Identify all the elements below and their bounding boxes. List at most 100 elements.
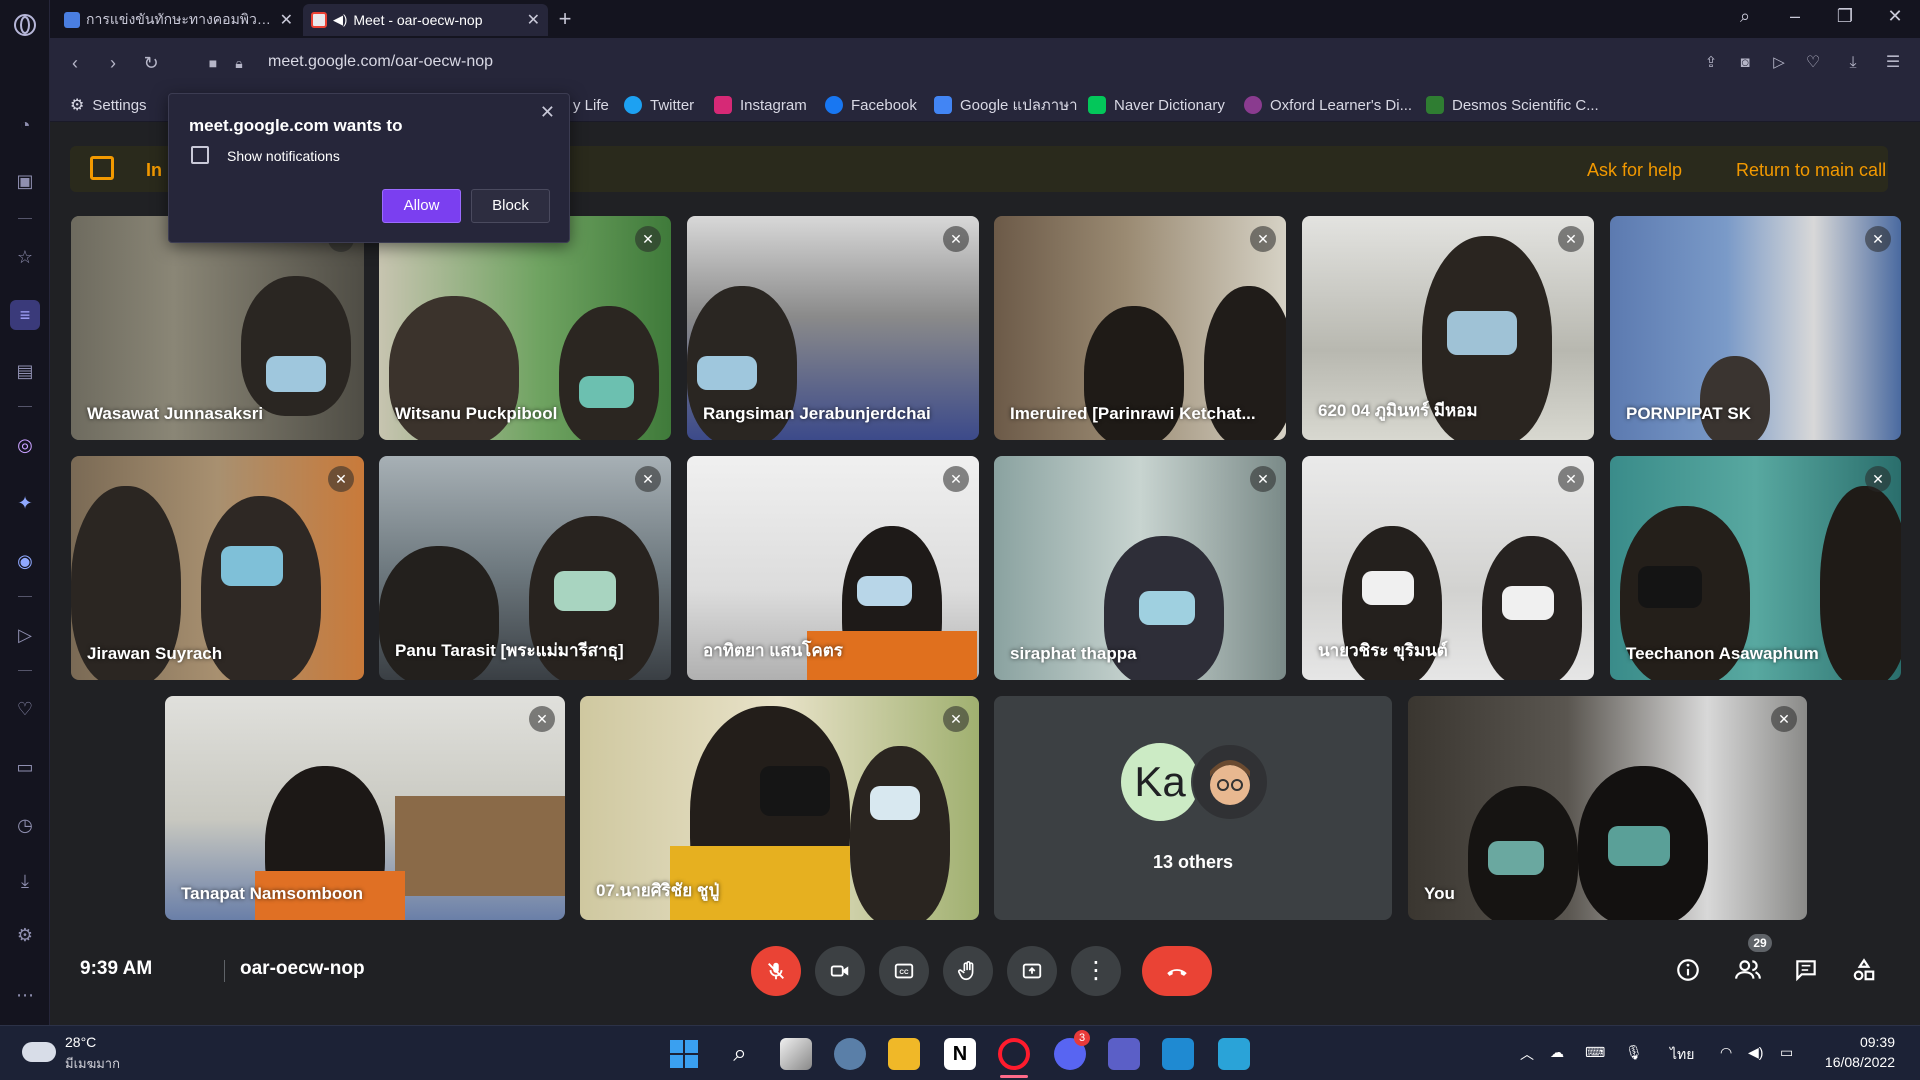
participant-tile[interactable]: ✕ Jirawan Suyrach: [71, 456, 364, 680]
downloads-icon[interactable]: ⤓: [10, 866, 40, 896]
heart-icon[interactable]: ♡: [1800, 50, 1826, 76]
keyboard-icon[interactable]: ⌨: [1585, 1044, 1605, 1061]
more-icon[interactable]: ⋯: [10, 980, 40, 1010]
wifi-icon[interactable]: ◠: [1720, 1044, 1732, 1061]
close-window-icon[interactable]: ✕: [1880, 6, 1910, 32]
opera-logo-icon[interactable]: [10, 10, 40, 40]
settings-app-icon[interactable]: [834, 1038, 866, 1070]
participant-tile[interactable]: ✕ Tanapat Namsomboon: [165, 696, 565, 920]
notepad-icon[interactable]: [1218, 1038, 1250, 1070]
teams-icon[interactable]: [1108, 1038, 1140, 1070]
notes-icon[interactable]: ≡: [10, 300, 40, 330]
weather-temperature[interactable]: 28°C: [65, 1034, 96, 1050]
instagram-icon[interactable]: ◎: [10, 430, 40, 460]
forward-icon[interactable]: ›: [100, 50, 126, 76]
bookmark-desmos[interactable]: Desmos Scientific C...: [1426, 94, 1599, 116]
meeting-details-button[interactable]: [1670, 952, 1706, 988]
leave-call-button[interactable]: [1142, 946, 1212, 996]
twitter-icon[interactable]: ✦: [10, 488, 40, 518]
chevron-up-icon[interactable]: ︿: [1520, 1044, 1534, 1064]
url-field[interactable]: meet.google.com/oar-oecw-nop: [268, 53, 493, 71]
more-options-button[interactable]: ⋮: [1071, 946, 1121, 996]
ask-for-help-button[interactable]: Ask for help: [1587, 160, 1682, 181]
return-to-main-call-button[interactable]: Return to main call: [1736, 160, 1886, 181]
activities-button[interactable]: [1846, 952, 1882, 988]
others-tile[interactable]: Ka 13 others: [994, 696, 1392, 920]
participant-tile[interactable]: ✕ Panu Tarasit [พระแม่มารีสาธุ]: [379, 456, 671, 680]
heart-icon[interactable]: ♡: [10, 694, 40, 724]
tab-0[interactable]: การแข่งขันทักษะทางคอมพิวเตอ ✕: [56, 4, 301, 36]
bookmark-twitter[interactable]: Twitter: [624, 94, 694, 116]
restore-icon[interactable]: ❐: [1830, 6, 1860, 32]
people-button[interactable]: [1730, 952, 1766, 988]
close-icon[interactable]: ✕: [280, 10, 293, 30]
close-icon[interactable]: ✕: [527, 10, 540, 30]
tab-1[interactable]: ◀) Meet - oar-oecw-nop ✕: [303, 4, 548, 36]
system-date[interactable]: 16/08/2022: [1825, 1054, 1895, 1070]
mic-off-button[interactable]: [751, 946, 801, 996]
bookmark-naver[interactable]: Naver Dictionary: [1088, 94, 1225, 116]
present-screen-button[interactable]: [1007, 946, 1057, 996]
close-icon[interactable]: ✕: [540, 102, 555, 123]
opera-app-icon[interactable]: [998, 1038, 1030, 1070]
workspaces-icon[interactable]: ▤: [10, 356, 40, 386]
camera-button[interactable]: [815, 946, 865, 996]
bookmarks-icon[interactable]: ☆: [10, 242, 40, 272]
download-icon[interactable]: ⤓: [1840, 50, 1866, 76]
weather-description[interactable]: มีเมฆมาก: [65, 1053, 120, 1074]
block-button[interactable]: Block: [471, 189, 550, 223]
speed-dial-icon[interactable]: ◔: [10, 110, 40, 140]
participant-tile[interactable]: ✕ 620 04 ภูมินทร์ มีหอม: [1302, 216, 1594, 440]
self-tile[interactable]: ✕ You: [1408, 696, 1807, 920]
vscode-icon[interactable]: [1162, 1038, 1194, 1070]
task-view-icon[interactable]: [780, 1038, 812, 1070]
bookmark-life[interactable]: y Life: [573, 94, 609, 116]
new-tab-icon[interactable]: +: [550, 6, 580, 32]
player-icon[interactable]: ▷: [10, 620, 40, 650]
easy-setup-icon[interactable]: ☰: [1880, 50, 1906, 76]
crypto-wallet-icon[interactable]: ▣: [10, 166, 40, 196]
snapshot-icon[interactable]: ◙: [1732, 50, 1758, 76]
microphone-icon[interactable]: 🎙︎: [1625, 1044, 1643, 1061]
battery-icon[interactable]: ▭: [1780, 1044, 1793, 1061]
participant-tile[interactable]: ✕ siraphat thappa: [994, 456, 1286, 680]
bookmark-oxford[interactable]: Oxford Learner's Di...: [1244, 94, 1412, 116]
participant-tile[interactable]: ✕ Teechanon Asawaphum: [1610, 456, 1901, 680]
minimize-icon[interactable]: –: [1780, 6, 1810, 32]
bookmark-facebook[interactable]: Facebook: [825, 94, 917, 116]
participant-tile[interactable]: ✕ Rangsiman Jerabunjerdchai: [687, 216, 979, 440]
volume-icon[interactable]: ◀): [1748, 1044, 1763, 1061]
participant-tile[interactable]: ✕ Imeruired [Parinrawi Ketchat...: [994, 216, 1286, 440]
back-icon[interactable]: ‹: [62, 50, 88, 76]
share-icon[interactable]: ⇪: [1698, 50, 1724, 76]
search-icon[interactable]: ⌕: [724, 1038, 756, 1070]
lock-icon[interactable]: 🔒︎: [226, 50, 252, 76]
participant-tile[interactable]: ✕ อาทิตยา แสนโคตร: [687, 456, 979, 680]
participant-tile[interactable]: ✕ Wasawat Junnasaksri: [71, 216, 364, 440]
participant-tile[interactable]: ✕ นายวชิระ ขุริมนต์: [1302, 456, 1594, 680]
participant-tile[interactable]: ✕ Witsanu Puckpibool: [379, 216, 671, 440]
onedrive-icon[interactable]: ☁: [1550, 1044, 1564, 1061]
start-icon[interactable]: [668, 1038, 700, 1070]
history-icon[interactable]: ◷: [10, 810, 40, 840]
bookmark-settings[interactable]: ⚙ Settings: [70, 94, 147, 116]
settings-icon[interactable]: ⚙: [10, 920, 40, 950]
system-time[interactable]: 09:39: [1860, 1034, 1895, 1050]
bookmark-instagram[interactable]: Instagram: [714, 94, 807, 116]
send-icon[interactable]: ▷: [1766, 50, 1792, 76]
file-explorer-icon[interactable]: [888, 1038, 920, 1070]
participant-tile[interactable]: ✕ 07.นายศิริชัย ชูปู่: [580, 696, 979, 920]
raise-hand-button[interactable]: [943, 946, 993, 996]
camera-indicator-icon[interactable]: ■: [200, 50, 226, 76]
cloud-icon[interactable]: [22, 1042, 56, 1062]
chat-button[interactable]: [1788, 952, 1824, 988]
participant-tile[interactable]: ✕ PORNPIPAT SK: [1610, 216, 1901, 440]
bookmark-translate[interactable]: Google แปลภาษา: [934, 94, 1078, 116]
input-language[interactable]: ไทย: [1670, 1044, 1694, 1066]
discord-icon[interactable]: ◉: [10, 546, 40, 576]
search-icon[interactable]: ⌕: [1730, 6, 1760, 32]
allow-button[interactable]: Allow: [382, 189, 461, 223]
reload-icon[interactable]: ↻: [138, 50, 164, 76]
captions-button[interactable]: CC: [879, 946, 929, 996]
tabs-icon[interactable]: ▭: [10, 752, 40, 782]
